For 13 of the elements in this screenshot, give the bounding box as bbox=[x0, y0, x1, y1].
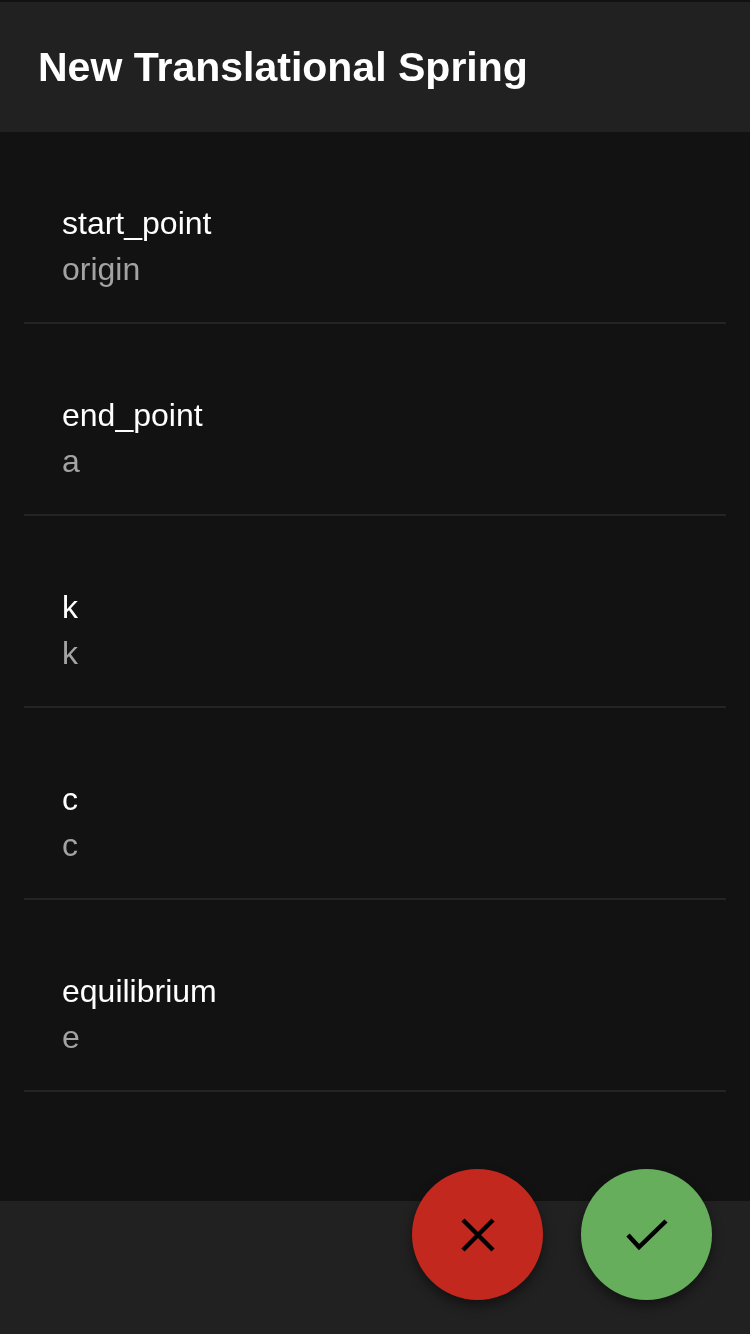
field-value: c bbox=[62, 826, 78, 865]
close-icon bbox=[460, 1217, 495, 1252]
field-value: a bbox=[62, 442, 80, 481]
field-label: c bbox=[62, 780, 78, 819]
screen-title: New Translational Spring bbox=[38, 43, 528, 91]
field-label: start_point bbox=[62, 204, 212, 243]
field-value: origin bbox=[62, 250, 141, 289]
checkmark-icon bbox=[625, 1218, 668, 1251]
field-label: k bbox=[62, 588, 78, 627]
field-label: equilibrium bbox=[62, 972, 217, 1011]
field-label: end_point bbox=[62, 396, 203, 435]
field-value: e bbox=[62, 1018, 80, 1057]
field-value: k bbox=[62, 634, 78, 673]
